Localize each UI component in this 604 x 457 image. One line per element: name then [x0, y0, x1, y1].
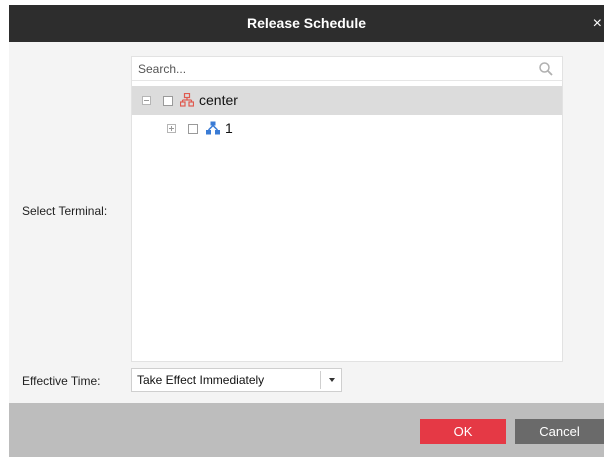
- dialog-footer: OK Cancel: [9, 403, 604, 457]
- effective-time-value: Take Effect Immediately: [137, 373, 265, 387]
- title-bar: Release Schedule ×: [9, 5, 604, 42]
- tree-node-center-checkbox[interactable]: [163, 96, 173, 106]
- tree-node-label: center: [199, 92, 238, 108]
- tree-node-1[interactable]: 1: [132, 115, 562, 144]
- terminal-tree: center 1: [131, 56, 563, 362]
- organization-icon: [180, 93, 194, 107]
- tree-node-center[interactable]: center: [132, 86, 562, 115]
- collapse-icon[interactable]: [142, 96, 151, 105]
- release-schedule-dialog: Release Schedule × Select Terminal: cent…: [9, 5, 604, 457]
- select-terminal-label: Select Terminal:: [22, 204, 108, 218]
- dialog-title: Release Schedule: [246, 15, 367, 31]
- search-input[interactable]: [132, 57, 562, 81]
- tree-node-label: 1: [225, 120, 233, 136]
- network-node-icon: [206, 121, 220, 135]
- chevron-down-icon[interactable]: [329, 378, 335, 382]
- expand-icon[interactable]: [167, 124, 176, 133]
- cancel-button[interactable]: Cancel: [515, 419, 604, 444]
- tree-node-1-checkbox[interactable]: [188, 124, 198, 134]
- effective-time-select[interactable]: Take Effect Immediately: [131, 368, 342, 392]
- search-icon[interactable]: [538, 61, 554, 77]
- close-icon[interactable]: ×: [593, 5, 602, 42]
- effective-time-label: Effective Time:: [22, 374, 101, 388]
- select-divider: [320, 371, 321, 389]
- ok-button[interactable]: OK: [420, 419, 506, 444]
